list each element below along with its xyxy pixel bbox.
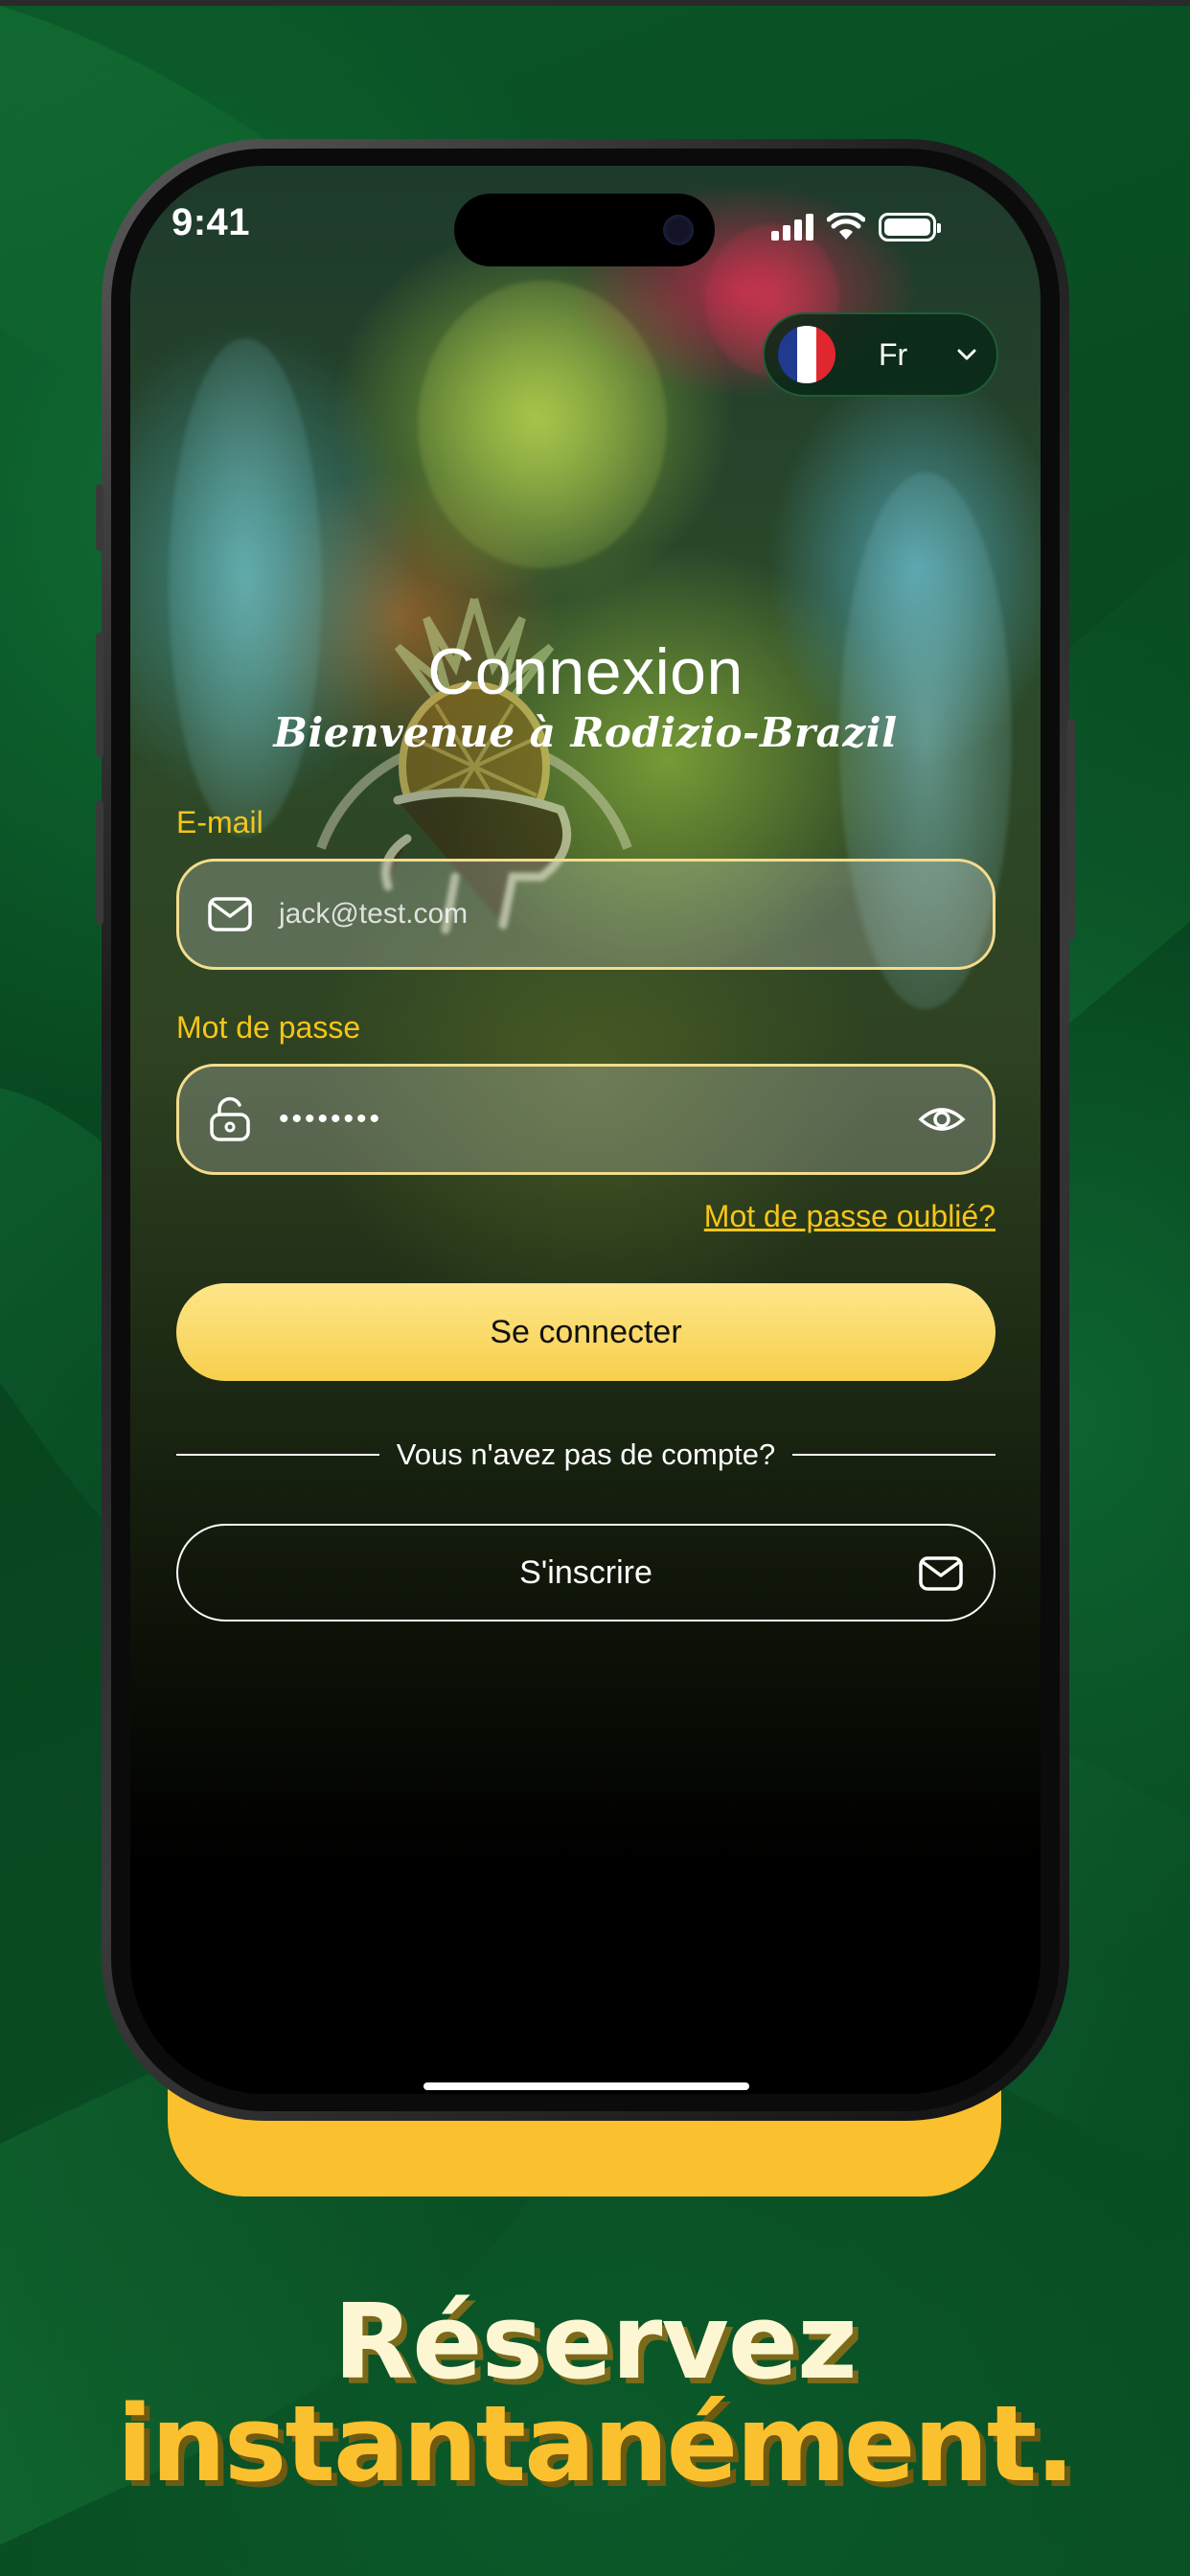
- no-account-text: Vous n'avez pas de compte?: [396, 1438, 776, 1471]
- language-selector[interactable]: Fr: [763, 312, 998, 397]
- power-button: [1067, 719, 1075, 939]
- mute-switch: [96, 484, 103, 551]
- france-flag-icon: [778, 326, 835, 383]
- fern-decoration: [418, 281, 667, 568]
- email-label: E-mail: [176, 805, 263, 840]
- volume-up-button: [96, 632, 103, 757]
- email-input-value[interactable]: jack@test.com: [279, 898, 966, 931]
- password-label: Mot de passe: [176, 1010, 361, 1045]
- home-indicator[interactable]: [423, 2082, 749, 2090]
- envelope-icon: [919, 1556, 963, 1591]
- password-input-value[interactable]: ••••••••: [279, 1103, 918, 1136]
- divider-line: [176, 1454, 379, 1456]
- top-edge: [0, 0, 1190, 6]
- status-icons: [771, 213, 941, 242]
- signup-button-label: S'inscrire: [519, 1553, 652, 1591]
- eye-icon[interactable]: [918, 1095, 966, 1143]
- welcome-subtitle: Bienvenue à Rodizio-Brazil: [273, 709, 898, 756]
- front-camera-icon: [663, 215, 694, 245]
- battery-icon: [879, 213, 941, 242]
- promo-headline-line2: instantanément.: [116, 2382, 1075, 2505]
- email-field[interactable]: jack@test.com: [176, 859, 995, 970]
- no-account-divider: Vous n'avez pas de compte?: [176, 1432, 995, 1478]
- divider-line: [792, 1454, 995, 1456]
- signup-button[interactable]: S'inscrire: [176, 1524, 995, 1622]
- language-code: Fr: [879, 336, 908, 372]
- wifi-icon: [827, 213, 865, 240]
- chevron-down-icon: [957, 349, 976, 360]
- status-time: 9:41: [171, 201, 251, 243]
- cellular-signal-icon: [771, 214, 813, 241]
- forgot-password-link[interactable]: Mot de passe oublié?: [704, 1199, 995, 1234]
- envelope-icon: [208, 897, 252, 932]
- unlocked-padlock-icon: [210, 1096, 250, 1141]
- password-field[interactable]: ••••••••: [176, 1064, 995, 1175]
- page-title: Connexion: [427, 635, 744, 708]
- dynamic-island: [454, 194, 715, 266]
- login-button[interactable]: Se connecter: [176, 1283, 995, 1381]
- volume-down-button: [96, 800, 103, 925]
